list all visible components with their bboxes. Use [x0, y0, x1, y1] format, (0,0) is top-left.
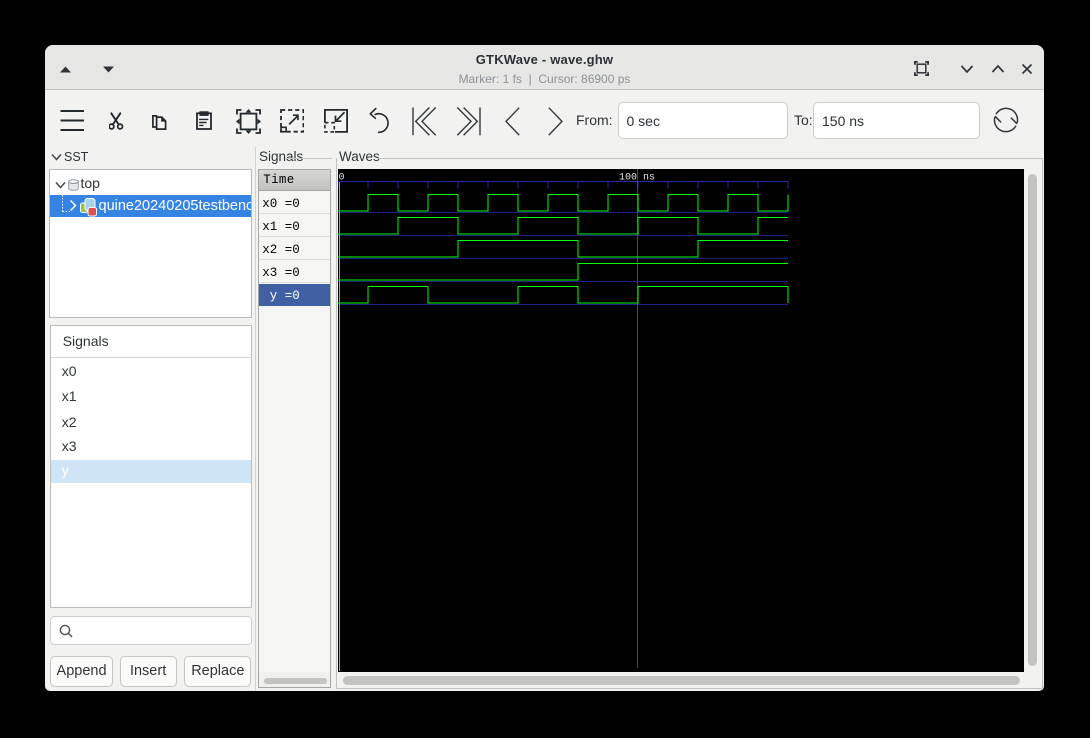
svg-text:0: 0 — [338, 173, 344, 184]
svg-text:100 ns: 100 ns — [619, 173, 655, 184]
